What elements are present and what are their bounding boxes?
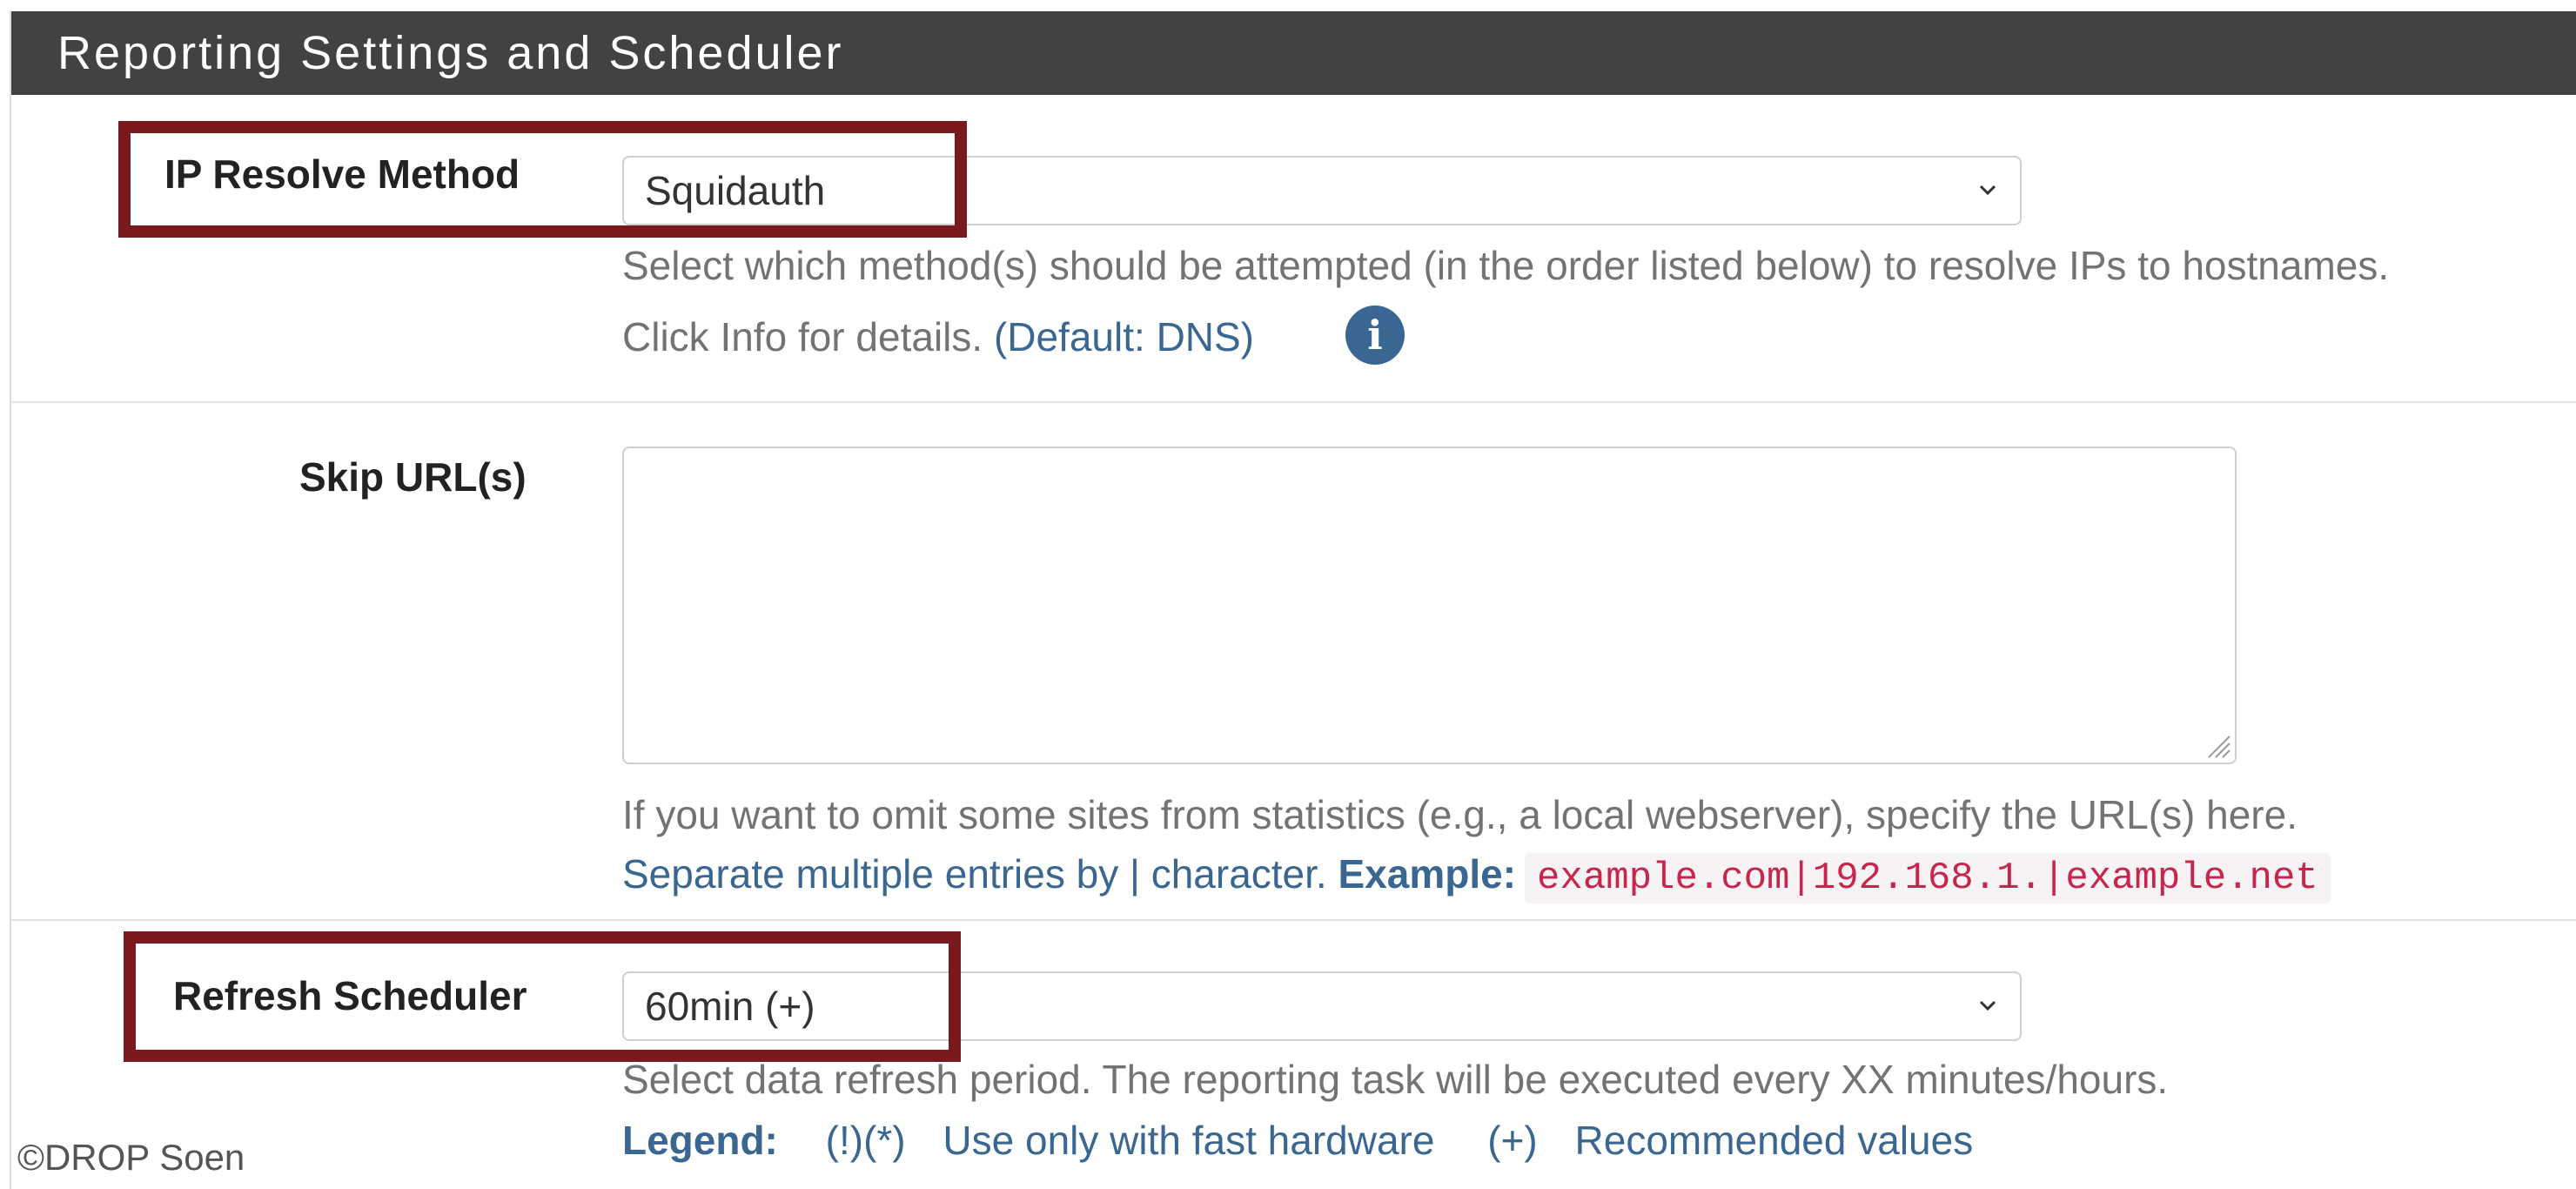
legend-recommended-text: Recommended values [1574,1118,1974,1163]
skip-urls-label: Skip URL(s) [299,454,527,500]
copyright-watermark: ©DROP Soen [17,1137,245,1178]
refresh-scheduler-legend: Legend: (!)(*) Use only with fast hardwa… [622,1117,1973,1164]
legend-fast-hardware-symbol: (!)(*) [825,1118,906,1163]
ip-resolve-default-hint: (Default: DNS) [993,314,1255,359]
example-code: example.com|192.168.1.|example.net [1525,853,2331,904]
refresh-scheduler-help-text: Select data refresh period. The reportin… [622,1057,2169,1102]
ip-resolve-info-hint: Click Info for details. [622,314,994,359]
chevron-down-icon [1979,1000,1996,1011]
legend-label: Legend: [622,1118,778,1163]
skip-urls-textarea[interactable] [622,447,2237,764]
resize-grip-icon[interactable] [2202,729,2231,759]
legend-fast-hardware-text: Use only with fast hardware [943,1118,1435,1163]
ip-resolve-help-line2: Click Info for details. (Default: DNS) [622,313,1254,360]
highlight-box-ip-resolve [118,121,967,238]
skip-urls-help-line2: Separate multiple entries by | character… [622,850,2331,904]
ip-resolve-help-text: Select which method(s) should be attempt… [622,243,2390,288]
panel-title: Reporting Settings and Scheduler [11,11,2576,95]
row-divider [11,401,2576,403]
highlight-box-refresh-scheduler [124,931,961,1062]
example-label: Example: [1338,851,1517,897]
skip-urls-help-text: If you want to omit some sites from stat… [622,792,2298,837]
legend-recommended-symbol: (+) [1487,1118,1538,1163]
chevron-down-icon [1979,185,1996,196]
skip-urls-separator-hint: Separate multiple entries by | character… [622,851,1338,897]
info-circle-icon[interactable]: i [1345,306,1405,365]
row-divider [11,919,2576,921]
